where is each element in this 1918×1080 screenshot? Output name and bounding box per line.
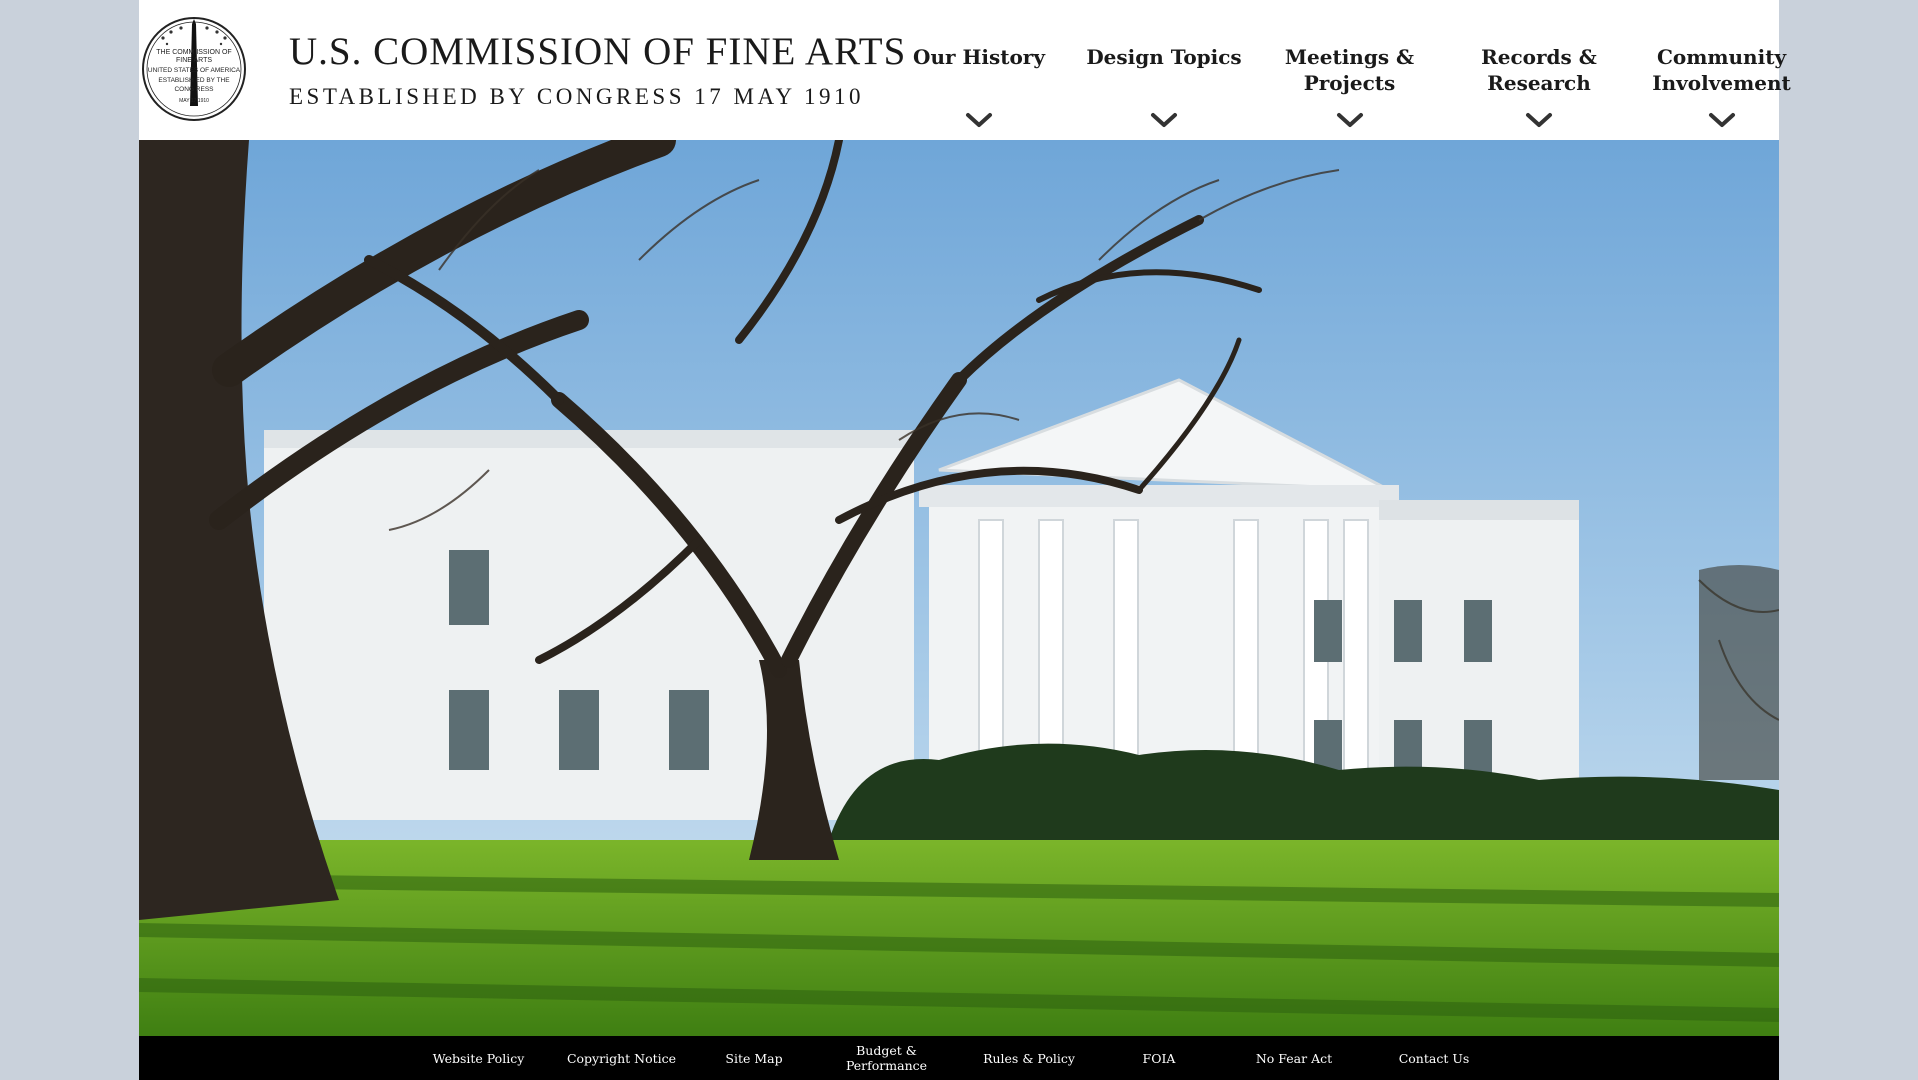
svg-text:FINE ARTS: FINE ARTS (176, 57, 212, 64)
nav-records-research[interactable]: Records & Research (1459, 44, 1619, 127)
nav-label: Records & Research (1481, 45, 1597, 95)
svg-text:MAY 17 1910: MAY 17 1910 (179, 98, 209, 104)
footer-link-copyright-notice[interactable]: Copyright Notice (549, 1036, 694, 1080)
site-subtitle: ESTABLISHED BY CONGRESS 17 MAY 1910 (289, 84, 864, 109)
footer-link-site-map[interactable]: Site Map (699, 1036, 809, 1080)
nav-meetings-projects[interactable]: Meetings & Projects (1267, 44, 1432, 127)
svg-text:UNITED STATES OF AMERICA: UNITED STATES OF AMERICA (148, 67, 241, 74)
nav-our-history[interactable]: Our History (909, 44, 1049, 127)
nav-label: Meetings & Projects (1284, 45, 1415, 95)
nav-community-involvement[interactable]: Community Involvement (1639, 44, 1804, 127)
chevron-down-icon[interactable] (1708, 112, 1736, 128)
chevron-down-icon[interactable] (1525, 112, 1553, 128)
nav-label: Our History (913, 45, 1045, 69)
nav-label: Community Involvement (1652, 45, 1791, 95)
svg-text:THE COMM ISSION OF: THE COMM ISSION OF (156, 49, 231, 56)
brand[interactable]: U.S. COMMISSION OF FINE ARTS ESTABLISHED… (289, 30, 907, 112)
footer-link-budget-performance[interactable]: Budget & Performance (819, 1036, 954, 1080)
hero-image-white-house (139, 140, 1779, 1036)
nav-label: Design Topics (1086, 45, 1242, 69)
site-header: THE COMM ISSION OF FINE ARTS UNITED STAT… (139, 0, 1791, 140)
footer-link-contact-us[interactable]: Contact Us (1369, 1036, 1499, 1080)
chevron-down-icon[interactable] (965, 112, 993, 128)
main-nav: Our History Design Topics Meetings & Pro… (869, 0, 1791, 140)
site-footer: Website Policy Copyright Notice Site Map… (139, 1036, 1779, 1080)
svg-text:ESTABLISH ED BY THE: ESTABLISH ED BY THE (158, 77, 230, 84)
footer-link-website-policy[interactable]: Website Policy (411, 1036, 546, 1080)
footer-link-foia[interactable]: FOIA (1099, 1036, 1219, 1080)
footer-link-no-fear-act[interactable]: No Fear Act (1229, 1036, 1359, 1080)
svg-text:CONG RESS: CONG RESS (174, 86, 214, 93)
chevron-down-icon[interactable] (1336, 112, 1364, 128)
site-title: U.S. COMMISSION OF FINE ARTS (289, 30, 907, 73)
footer-link-rules-policy[interactable]: Rules & Policy (959, 1036, 1099, 1080)
page: THE COMM ISSION OF FINE ARTS UNITED STAT… (139, 0, 1791, 1080)
chevron-down-icon[interactable] (1150, 112, 1178, 128)
commission-seal-logo[interactable]: THE COMM ISSION OF FINE ARTS UNITED STAT… (141, 16, 247, 122)
nav-design-topics[interactable]: Design Topics (1084, 44, 1244, 127)
